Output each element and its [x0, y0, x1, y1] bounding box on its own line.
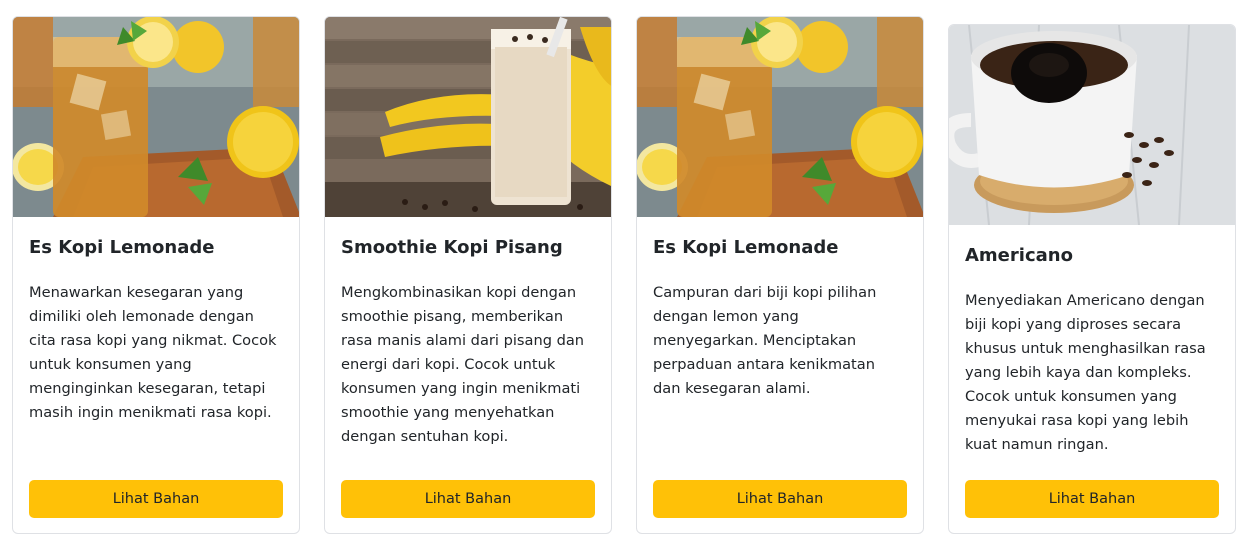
view-ingredients-button[interactable]: Lihat Bahan [29, 480, 283, 518]
product-card: Americano Menyediakan Americano dengan b… [948, 24, 1236, 534]
view-ingredients-button[interactable]: Lihat Bahan [965, 480, 1219, 518]
card-description: Mengkombinasikan kopi dengan smoothie pi… [341, 284, 585, 445]
product-card: Smoothie Kopi Pisang Mengkombinasikan ko… [324, 16, 612, 534]
card-description: Campuran dari biji kopi pilihan dengan l… [653, 284, 877, 397]
card-description: Menyediakan Americano dengan biji kopi y… [965, 292, 1206, 453]
card-title: Smoothie Kopi Pisang [341, 237, 563, 258]
product-card: Es Kopi Lemonade Menawarkan kesegaran ya… [12, 16, 300, 534]
product-card: Es Kopi Lemonade Campuran dari biji kopi… [636, 16, 924, 534]
card-title: Es Kopi Lemonade [653, 237, 839, 258]
card-description: Menawarkan kesegaran yang dimiliki oleh … [29, 284, 277, 421]
card-title: Es Kopi Lemonade [29, 237, 215, 258]
view-ingredients-button[interactable]: Lihat Bahan [653, 480, 907, 518]
card-title: Americano [965, 245, 1073, 266]
iced-coffee-lemonade-image [13, 17, 299, 217]
iced-coffee-lemonade-image [637, 17, 923, 217]
view-ingredients-button[interactable]: Lihat Bahan [341, 480, 595, 518]
banana-coffee-smoothie-image [325, 17, 611, 217]
americano-cup-image [949, 25, 1235, 225]
